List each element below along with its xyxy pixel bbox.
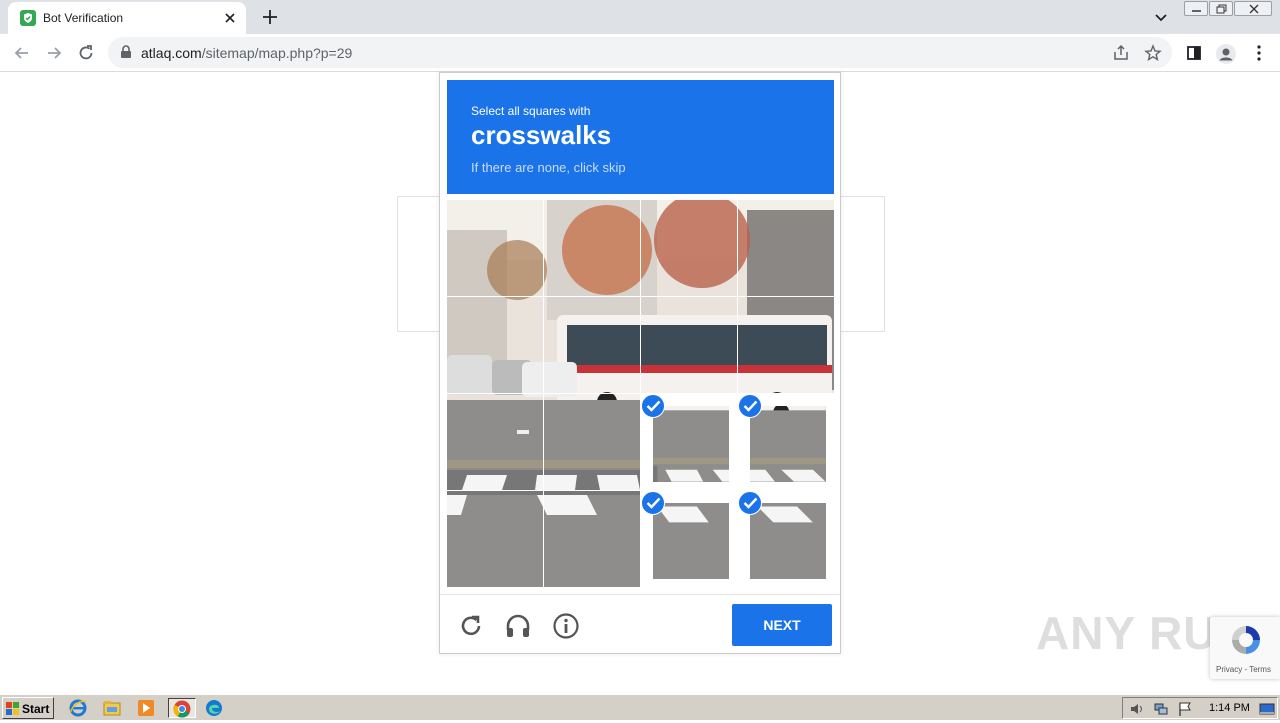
captcha-tile[interactable] [447,491,543,587]
taskbar-clock: 1:14 PM [1209,702,1250,714]
url-host: atlaq.com [141,45,202,61]
start-label: Start [22,702,50,716]
captcha-tile-image [544,297,640,393]
start-button[interactable]: Start [2,697,54,719]
captcha-footer: NEXT [440,594,840,654]
network-icon[interactable] [1153,701,1169,717]
recaptcha-logo-icon [1232,626,1260,654]
captcha-tile-image [653,503,729,579]
volume-icon[interactable] [1129,701,1145,717]
minimize-button[interactable] [1184,1,1208,16]
captcha-tile-image [738,200,834,296]
reload-challenge-icon[interactable] [457,612,485,640]
captcha-tile[interactable] [641,394,737,490]
back-arrow-icon[interactable] [12,43,32,63]
url-text: atlaq.com/sitemap/map.php?p=29 [141,45,352,61]
captcha-tile-image [641,200,737,296]
captcha-tile-image [653,406,729,482]
captcha-tile-image [447,491,543,587]
captcha-tile[interactable] [738,394,834,490]
share-icon[interactable] [1112,44,1130,62]
checkmark-icon [641,394,665,418]
captcha-tile[interactable] [641,297,737,393]
new-tab-icon[interactable] [258,6,282,28]
bookmark-star-icon[interactable] [1144,44,1162,62]
recaptcha-badge[interactable]: Privacy - Terms [1210,617,1280,679]
window-close-button[interactable] [1234,1,1272,16]
side-panel-icon[interactable] [1184,43,1204,63]
checkmark-icon [641,491,665,515]
captcha-tile[interactable] [544,200,640,296]
captcha-tile-image [447,200,543,296]
headphones-icon[interactable] [504,612,532,640]
captcha-tile[interactable] [641,200,737,296]
captcha-tile[interactable] [544,297,640,393]
captcha-image-grid [447,200,834,587]
reload-icon[interactable] [76,43,96,63]
captcha-instruction: Select all squares with [471,104,591,118]
captcha-tile[interactable] [641,491,737,587]
captcha-header: Select all squares with crosswalks If th… [447,80,834,194]
forward-arrow-icon[interactable] [44,43,64,63]
action-center-flag-icon[interactable] [1177,701,1193,717]
media-player-icon[interactable] [136,698,158,718]
shield-icon [20,10,36,26]
captcha-tile-image [750,406,826,482]
captcha-hint: If there are none, click skip [471,160,626,175]
system-tray: 1:14 PM [1122,697,1278,719]
captcha-tile-image [544,491,640,587]
kebab-menu-icon[interactable] [1249,43,1269,63]
captcha-tile[interactable] [447,394,543,490]
windows-flag-icon [6,702,19,715]
checkmark-icon [738,491,762,515]
tab-strip: Bot Verification [0,0,1280,34]
page-content: Select all squares with crosswalks If th… [0,72,1280,694]
captcha-tile-image [544,394,640,490]
file-explorer-icon[interactable] [102,698,124,718]
chrome-taskbar-icon[interactable] [168,698,196,718]
tab-title: Bot Verification [43,11,124,25]
internet-explorer-icon[interactable] [68,698,90,718]
captcha-tile[interactable] [738,491,834,587]
edge-icon[interactable] [204,698,226,718]
captcha-target: crosswalks [471,120,612,150]
restore-button[interactable] [1209,1,1233,16]
tab-close-icon[interactable] [222,10,238,26]
windows-taskbar: Start 1:14 PM [0,694,1280,720]
profile-avatar-icon[interactable] [1215,43,1236,64]
captcha-tile-image [641,297,737,393]
captcha-tile-image [544,200,640,296]
browser-toolbar: atlaq.com/sitemap/map.php?p=29 [0,34,1280,72]
captcha-tile-image [750,503,826,579]
url-path: /sitemap/map.php?p=29 [201,45,353,61]
show-desktop-icon[interactable] [1259,701,1275,717]
tab-bot-verification[interactable]: Bot Verification [8,2,246,34]
captcha-tile-image [447,394,543,490]
captcha-tile-image [447,297,543,393]
captcha-tile[interactable] [447,200,543,296]
recaptcha-privacy-terms[interactable]: Privacy - Terms [1216,665,1271,674]
captcha-tile[interactable] [738,297,834,393]
lock-icon [121,45,131,58]
info-icon[interactable] [552,612,580,640]
chevron-down-icon[interactable] [1152,8,1170,26]
captcha-challenge: Select all squares with crosswalks If th… [439,72,841,654]
next-button[interactable]: NEXT [732,604,832,646]
address-bar[interactable]: atlaq.com/sitemap/map.php?p=29 [108,37,1172,68]
captcha-tile[interactable] [738,200,834,296]
captcha-tile[interactable] [544,394,640,490]
captcha-tile[interactable] [447,297,543,393]
checkmark-icon [738,394,762,418]
captcha-tile[interactable] [544,491,640,587]
captcha-tile-image [738,297,834,393]
